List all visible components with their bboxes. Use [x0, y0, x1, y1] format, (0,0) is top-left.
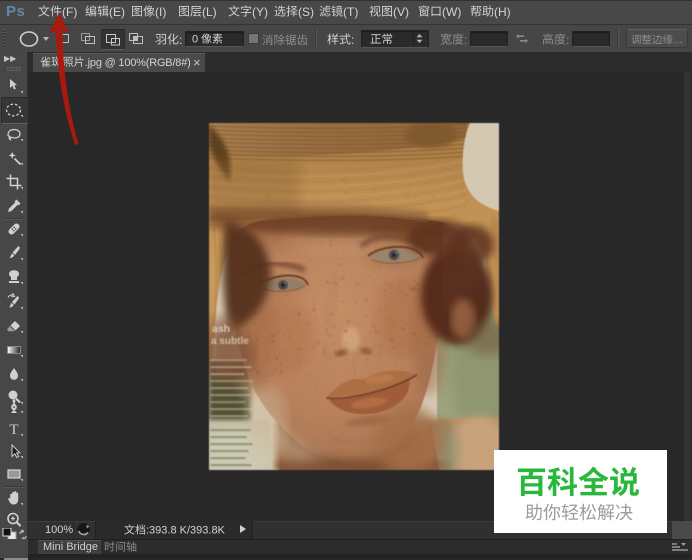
- svg-text:T: T: [9, 422, 18, 438]
